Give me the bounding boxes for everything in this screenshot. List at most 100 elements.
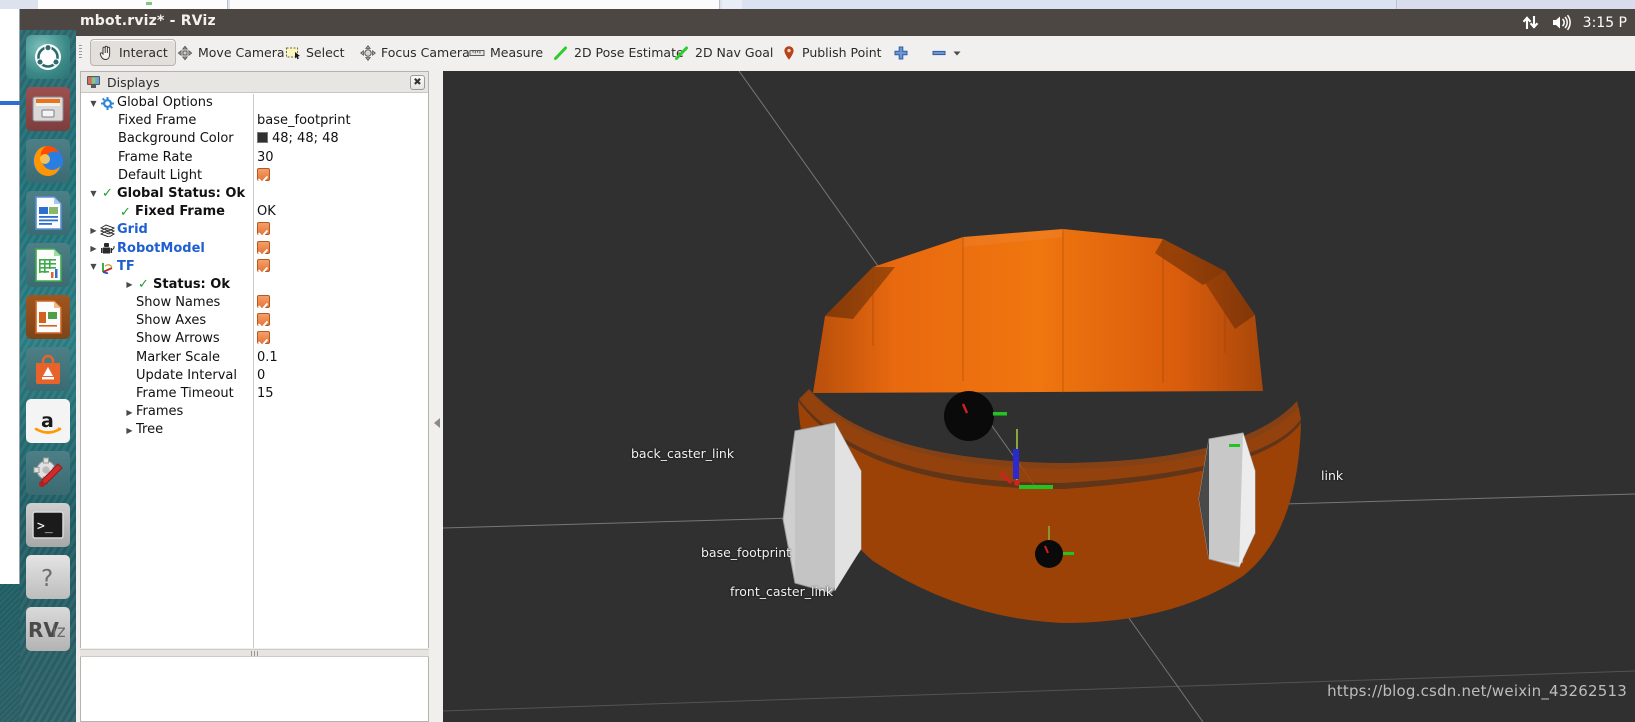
bg-window-5	[1398, 0, 1635, 9]
displays-panel: Displays ✖ ▼ Global Options Fixed Frame bas…	[80, 71, 429, 648]
tool-move-camera[interactable]: Move Camera	[170, 39, 292, 66]
tree-row-global-options[interactable]: ▼ Global Options	[81, 94, 428, 112]
system-tray[interactable]: 3:15 P	[1522, 9, 1635, 36]
unity-launcher[interactable]: a >_ ? RV iz	[20, 30, 76, 722]
robot-model-render	[443, 71, 1635, 722]
tree-row-global-status[interactable]: ▼ ✓ Global Status: Ok	[81, 185, 428, 203]
tree-row-marker-scale[interactable]: Marker Scale 0.1	[81, 349, 428, 367]
tree-row-value[interactable]: OK	[257, 204, 276, 219]
add-tool-button[interactable]	[886, 39, 916, 66]
panel-vertical-splitter[interactable]	[431, 71, 443, 722]
launcher-item-rviz[interactable]: RV iz	[26, 607, 70, 651]
tree-row-checkbox[interactable]	[257, 222, 270, 239]
tool-select[interactable]: Select	[278, 39, 352, 66]
tree-row-robot-model[interactable]: ▶ RobotModel	[81, 240, 428, 258]
tree-row-status-fixed-frame[interactable]: ✓ Fixed Frame OK	[81, 203, 428, 221]
launcher-item-terminal[interactable]: >_	[26, 503, 70, 547]
remove-tool-button[interactable]	[924, 39, 969, 66]
tree-row-label: Update Interval	[136, 367, 237, 383]
expander-down-icon[interactable]: ▼	[89, 258, 98, 276]
tree-row-show-axes[interactable]: Show Axes	[81, 312, 428, 330]
rviz-3d-view[interactable]: back_caster_link base_footprint front_ca…	[443, 71, 1635, 722]
toolbar-drag-handle[interactable]	[79, 45, 82, 60]
tree-row-tf[interactable]: ▼ TF	[81, 258, 428, 276]
minus-icon	[932, 50, 946, 55]
tree-row-checkbox[interactable]	[257, 313, 270, 330]
tree-row-update-interval[interactable]: Update Interval 0	[81, 367, 428, 385]
tool-publish-point[interactable]: Publish Point	[774, 39, 889, 66]
tree-row-color-value[interactable]: 48; 48; 48	[257, 131, 339, 146]
tree-row-checkbox[interactable]	[257, 331, 270, 348]
settings-gear-wrench-icon	[33, 457, 63, 487]
expander-down-icon[interactable]: ▼	[89, 94, 98, 112]
tree-row-label: Status: Ok	[153, 276, 230, 292]
tree-row-value[interactable]: base_footprint	[257, 113, 351, 128]
terminal-icon: >_	[32, 511, 64, 539]
tree-row-show-arrows[interactable]: Show Arrows	[81, 330, 428, 348]
tree-row-tree[interactable]: ▶ Tree	[81, 421, 428, 439]
network-up-down-icon[interactable]	[1522, 14, 1539, 31]
tool-interact[interactable]: Interact	[90, 39, 176, 66]
plus-icon	[894, 46, 908, 59]
file-manager-icon	[32, 96, 64, 122]
launcher-item-ubuntu-dash[interactable]	[26, 35, 70, 79]
expander-down-icon[interactable]: ▼	[89, 185, 98, 203]
launcher-item-firefox[interactable]	[26, 139, 70, 183]
launcher-item-system-settings[interactable]	[26, 451, 70, 495]
tree-row-value[interactable]: 0	[257, 368, 265, 383]
tree-row-label: Frame Rate	[118, 149, 193, 165]
launcher-item-ubuntu-software[interactable]	[26, 347, 70, 391]
launcher-item-libreoffice-impress[interactable]	[26, 295, 70, 339]
axes-icon	[100, 258, 115, 276]
tree-row-label: Show Arrows	[136, 331, 220, 347]
chevron-down-icon[interactable]	[952, 48, 962, 58]
launcher-item-help[interactable]: ?	[26, 555, 70, 599]
background-window-left-sliver	[0, 9, 20, 584]
launcher-item-files[interactable]	[26, 87, 70, 131]
lower-panel[interactable]	[80, 657, 429, 722]
tree-row-tf-status[interactable]: ▶ ✓ Status: Ok	[81, 276, 428, 294]
launcher-item-amazon[interactable]: a	[26, 399, 70, 443]
tree-row-default-light[interactable]: Default Light	[81, 167, 428, 185]
tree-row-checkbox[interactable]	[257, 258, 270, 276]
expander-right-icon[interactable]: ▶	[125, 276, 134, 294]
launcher-item-libreoffice-calc[interactable]	[26, 243, 70, 287]
right-wheel-axis-marker	[1229, 444, 1240, 447]
tree-row-label: Global Status: Ok	[117, 185, 246, 201]
tool-2d-nav-goal[interactable]: 2D Nav Goal	[667, 39, 780, 66]
expander-right-icon[interactable]: ▶	[89, 221, 98, 239]
tree-row-show-names[interactable]: Show Names	[81, 294, 428, 312]
tree-row-fixed-frame[interactable]: Fixed Frame base_footprint	[81, 112, 428, 130]
displays-tree[interactable]: ▼ Global Options Fixed Frame base_footprint…	[81, 94, 428, 648]
watermark: https://blog.csdn.net/weixin_43262513	[1327, 682, 1627, 700]
tree-row-background-color[interactable]: Background Color 48; 48; 48	[81, 130, 428, 148]
ubuntu-logo-icon	[35, 44, 61, 70]
tf-label-base-footprint: base_footprint	[701, 545, 792, 560]
tree-row-value[interactable]: 30	[257, 150, 274, 165]
close-icon[interactable]: ✖	[410, 75, 425, 90]
expander-right-icon[interactable]: ▶	[89, 240, 98, 258]
tree-row-checkbox[interactable]	[257, 240, 270, 258]
expander-right-icon[interactable]: ▶	[125, 403, 134, 421]
collapse-panel-arrow-icon[interactable]	[434, 418, 440, 428]
volume-icon[interactable]	[1551, 14, 1571, 31]
bg-window-1	[38, 0, 228, 9]
tree-row-frames[interactable]: ▶ Frames	[81, 403, 428, 421]
check-icon: ✓	[138, 277, 149, 293]
panel-horizontal-splitter[interactable]	[80, 649, 429, 657]
expander-right-icon[interactable]: ▶	[125, 421, 134, 439]
tree-row-label: Show Names	[136, 295, 221, 311]
clock[interactable]: 3:15 P	[1583, 15, 1627, 31]
tool-measure[interactable]: Measure	[462, 39, 550, 66]
tree-row-value[interactable]: 15	[257, 386, 274, 401]
tree-row-grid[interactable]: ▶ Grid	[81, 221, 428, 239]
tree-row-checkbox[interactable]	[257, 167, 270, 185]
tool-focus-camera[interactable]: Focus Camera	[353, 39, 477, 66]
tree-row-frame-rate[interactable]: Frame Rate 30	[81, 149, 428, 167]
svg-text:iz: iz	[52, 622, 66, 642]
tree-row-frame-timeout[interactable]: Frame Timeout 15	[81, 385, 428, 403]
spreadsheet-calc-icon	[35, 248, 62, 282]
tree-row-value[interactable]: 0.1	[257, 350, 278, 365]
launcher-item-libreoffice-writer[interactable]	[26, 191, 70, 235]
tree-row-checkbox[interactable]	[257, 295, 270, 312]
